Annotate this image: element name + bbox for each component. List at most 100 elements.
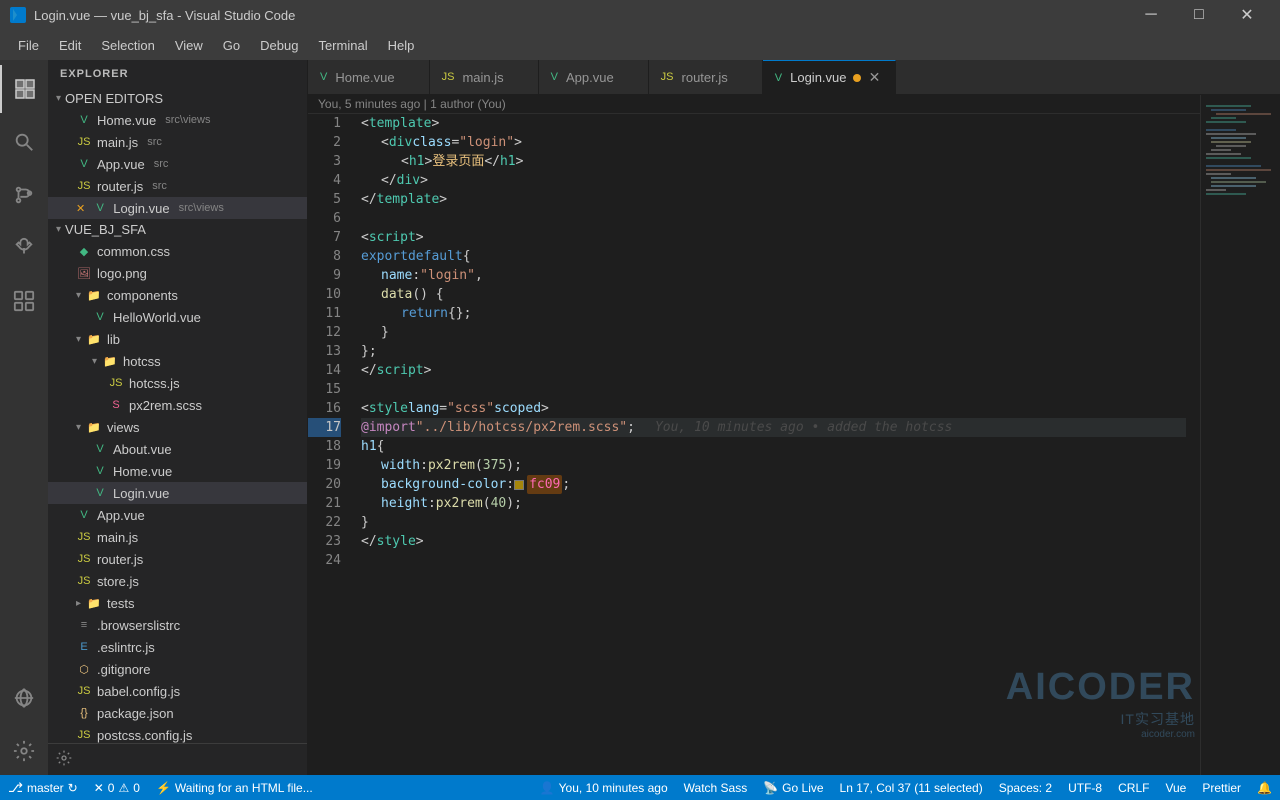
tab-router-js[interactable]: JS router.js ✕ <box>649 60 763 95</box>
status-language[interactable]: Vue <box>1157 775 1194 800</box>
tab-router-js-close[interactable]: ✕ <box>734 69 750 85</box>
folder-icon-hotcss: 📁 <box>102 353 118 369</box>
tab-main-js-icon: JS <box>442 71 455 83</box>
file-main-js[interactable]: JS main.js <box>48 526 307 548</box>
folder-components[interactable]: 📁 components <box>48 284 307 306</box>
activity-debug[interactable] <box>0 224 48 272</box>
menu-terminal[interactable]: Terminal <box>310 34 375 57</box>
status-cursor[interactable]: Ln 17, Col 37 (11 selected) <box>832 775 991 800</box>
file-postcss-config-js[interactable]: JS postcss.config.js <box>48 724 307 743</box>
menu-go[interactable]: Go <box>215 34 248 57</box>
status-watch-sass[interactable]: Watch Sass <box>676 775 756 800</box>
menu-help[interactable]: Help <box>380 34 423 57</box>
menu-file[interactable]: File <box>10 34 47 57</box>
file-package-json[interactable]: {} package.json <box>48 702 307 724</box>
tab-home-vue-close[interactable]: ✕ <box>401 69 417 85</box>
status-eol[interactable]: CRLF <box>1110 775 1157 800</box>
status-errors[interactable]: ✕ 0 ⚠ 0 <box>86 775 148 800</box>
sidebar-content[interactable]: OPEN EDITORS V Home.vue src\views JS mai… <box>48 88 307 743</box>
status-spaces[interactable]: Spaces: 2 <box>991 775 1060 800</box>
branch-icon: ⎇ <box>8 780 23 796</box>
file-home-vue[interactable]: V Home.vue <box>48 460 307 482</box>
close-button[interactable]: ✕ <box>1224 0 1270 30</box>
encoding-text: UTF-8 <box>1068 781 1102 795</box>
open-editor-app-vue[interactable]: V App.vue src <box>48 153 307 175</box>
status-go-live[interactable]: 📡 Go Live <box>755 775 831 800</box>
file-name-gitignore: .gitignore <box>97 662 150 677</box>
menu-debug[interactable]: Debug <box>252 34 306 57</box>
file-logo-png[interactable]: 🖼 logo.png <box>48 262 307 284</box>
tab-login-vue-close[interactable]: ✕ <box>867 70 883 86</box>
activity-settings[interactable] <box>0 727 48 775</box>
status-waiting[interactable]: ⚡ Waiting for an HTML file... <box>148 775 321 800</box>
code-line-24 <box>361 551 1186 570</box>
folder-views-chevron <box>76 422 81 433</box>
tab-main-js-close[interactable]: ✕ <box>510 69 526 85</box>
bell-icon: 🔔 <box>1257 781 1272 795</box>
open-editor-main-js[interactable]: JS main.js src <box>48 131 307 153</box>
folder-icon-tests: 📁 <box>86 595 102 611</box>
folder-tests[interactable]: 📁 tests <box>48 592 307 614</box>
status-blame[interactable]: 👤 You, 10 minutes ago <box>532 775 676 800</box>
file-name-babel: babel.config.js <box>97 684 180 699</box>
file-store-js[interactable]: JS store.js <box>48 570 307 592</box>
minimize-button[interactable]: ─ <box>1128 0 1174 30</box>
file-common-css[interactable]: ◆ common.css <box>48 240 307 262</box>
tab-router-js-icon: JS <box>661 71 674 83</box>
settings-icon-btn[interactable] <box>56 750 72 769</box>
status-bell[interactable]: 🔔 <box>1249 775 1280 800</box>
project-name: VUE_BJ_SFA <box>65 222 146 237</box>
tab-app-vue-close[interactable]: ✕ <box>620 69 636 85</box>
file-about-vue[interactable]: V About.vue <box>48 438 307 460</box>
folder-hotcss[interactable]: 📁 hotcss <box>48 350 307 372</box>
file-gitignore[interactable]: ⬡ .gitignore <box>48 658 307 680</box>
folder-name-tests: tests <box>107 596 134 611</box>
tab-main-js[interactable]: JS main.js ✕ <box>430 60 539 95</box>
open-editors-header[interactable]: OPEN EDITORS <box>48 88 307 109</box>
code-editor[interactable]: <template> <div class="login"> <h1>登录页面<… <box>353 114 1186 775</box>
file-px2rem-scss[interactable]: S px2rem.scss <box>48 394 307 416</box>
watch-sass-label: Watch Sass <box>684 781 748 795</box>
tab-app-vue[interactable]: V App.vue ✕ <box>539 60 649 95</box>
maximize-button[interactable]: □ <box>1176 0 1222 30</box>
tab-home-vue[interactable]: V Home.vue ✕ <box>308 60 430 95</box>
warning-count: 0 <box>133 781 140 795</box>
file-login-vue[interactable]: V Login.vue <box>48 482 307 504</box>
activity-source-control[interactable] <box>0 171 48 219</box>
menu-view[interactable]: View <box>167 34 211 57</box>
code-line-23: </style> <box>361 532 1186 551</box>
file-name-router: router.js <box>97 552 143 567</box>
project-header[interactable]: VUE_BJ_SFA <box>48 219 307 240</box>
file-helloworld-vue[interactable]: V HelloWorld.vue <box>48 306 307 328</box>
tab-login-vue[interactable]: V Login.vue ✕ <box>763 60 896 95</box>
scrollbar-track[interactable] <box>1186 114 1200 775</box>
status-branch[interactable]: ⎇ master ↻ <box>0 775 86 800</box>
open-editor-router-js[interactable]: JS router.js src <box>48 175 307 197</box>
open-editor-home-vue[interactable]: V Home.vue src\views <box>48 109 307 131</box>
folder-lib[interactable]: 📁 lib <box>48 328 307 350</box>
open-editor-main-path: src <box>147 136 162 148</box>
menu-edit[interactable]: Edit <box>51 34 89 57</box>
activity-remote[interactable] <box>0 674 48 722</box>
file-app-vue[interactable]: V App.vue <box>48 504 307 526</box>
tab-login-modified <box>853 74 861 82</box>
folder-views[interactable]: 📁 views <box>48 416 307 438</box>
code-area[interactable]: 12345 678910 1112131415 1617181920 21222… <box>308 114 1200 775</box>
file-browserslistrc[interactable]: ≡ .browserslistrc <box>48 614 307 636</box>
js-icon-postcss: JS <box>76 727 92 743</box>
activity-explorer[interactable] <box>0 65 48 113</box>
status-formatter[interactable]: Prettier <box>1194 775 1249 800</box>
file-hotcss-js[interactable]: JS hotcss.js <box>48 372 307 394</box>
menu-selection[interactable]: Selection <box>93 34 162 57</box>
status-encoding[interactable]: UTF-8 <box>1060 775 1110 800</box>
eslint-icon-file: E <box>76 639 92 655</box>
file-router-js[interactable]: JS router.js <box>48 548 307 570</box>
activity-search[interactable] <box>0 118 48 166</box>
file-eslintrc-js[interactable]: E .eslintrc.js <box>48 636 307 658</box>
go-live-label: Go Live <box>782 781 823 795</box>
folder-components-chevron <box>76 290 81 301</box>
activity-extensions[interactable] <box>0 277 48 325</box>
minimap[interactable] <box>1200 95 1280 775</box>
open-editor-login-vue[interactable]: ✕ V Login.vue src\views <box>48 197 307 219</box>
file-babel-config-js[interactable]: JS babel.config.js <box>48 680 307 702</box>
